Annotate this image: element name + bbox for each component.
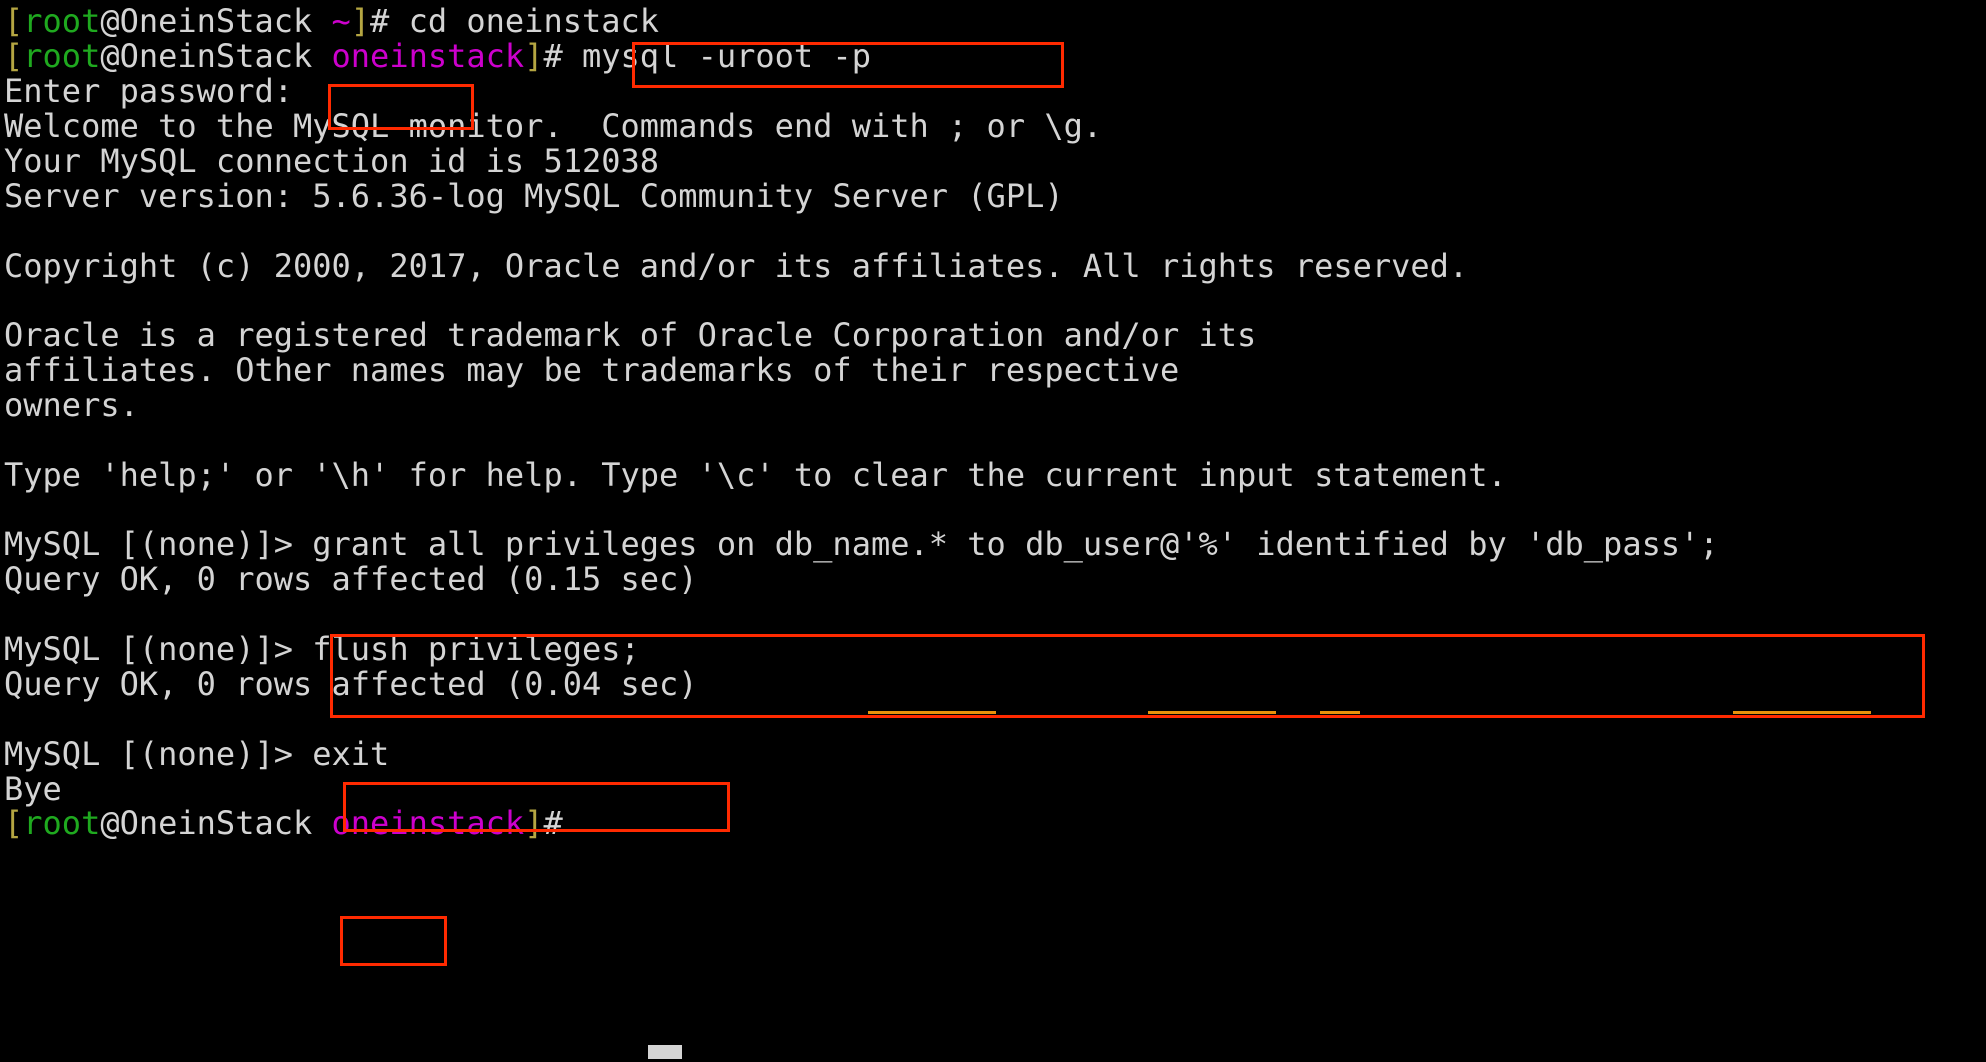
terminal-line-help-hint: Type 'help;' or '\h' for help. Type '\c'…	[4, 456, 1507, 494]
terminal-line-query-ok-1: Query OK, 0 rows affected (0.15 sec)	[4, 560, 698, 598]
prompt-hash: #	[543, 37, 582, 75]
underline-db-pass	[1733, 711, 1871, 714]
prompt-bracket-close: ]	[524, 37, 544, 75]
prompt-cwd: oneinstack	[331, 37, 525, 75]
prompt-user: root	[23, 804, 101, 842]
prompt-bracket-open: [	[4, 804, 24, 842]
terminal-line-trademark-3: owners.	[4, 386, 139, 424]
underline-host-wildcard	[1320, 711, 1360, 714]
terminal-cursor	[648, 1045, 682, 1059]
terminal-line-trademark-2: affiliates. Other names may be trademark…	[4, 351, 1180, 389]
prompt-bracket-close: ]	[524, 804, 544, 842]
terminal-line-exit: MySQL [(none)]> exit	[4, 733, 389, 777]
terminal-line-final-prompt: [root@OneinStack oneinstack]#	[4, 802, 563, 846]
terminal-window[interactable]: [root@OneinStack ~]# cd oneinstack [root…	[0, 0, 1986, 1062]
command-mysql-login: mysql -uroot -p	[581, 37, 871, 75]
underline-db-user	[1148, 711, 1276, 714]
annotation-box-exit	[340, 916, 447, 966]
underline-db-name	[868, 711, 996, 714]
prompt-host: @OneinStack	[100, 804, 313, 842]
prompt-cwd: oneinstack	[331, 804, 525, 842]
terminal-line-copyright: Copyright (c) 2000, 2017, Oracle and/or …	[4, 247, 1469, 285]
terminal-line-server-version: Server version: 5.6.36-log MySQL Communi…	[4, 177, 1064, 215]
prompt-hash: #	[543, 804, 563, 842]
command-exit: exit	[312, 735, 390, 773]
terminal-line-query-ok-2: Query OK, 0 rows affected (0.04 sec)	[4, 665, 698, 703]
